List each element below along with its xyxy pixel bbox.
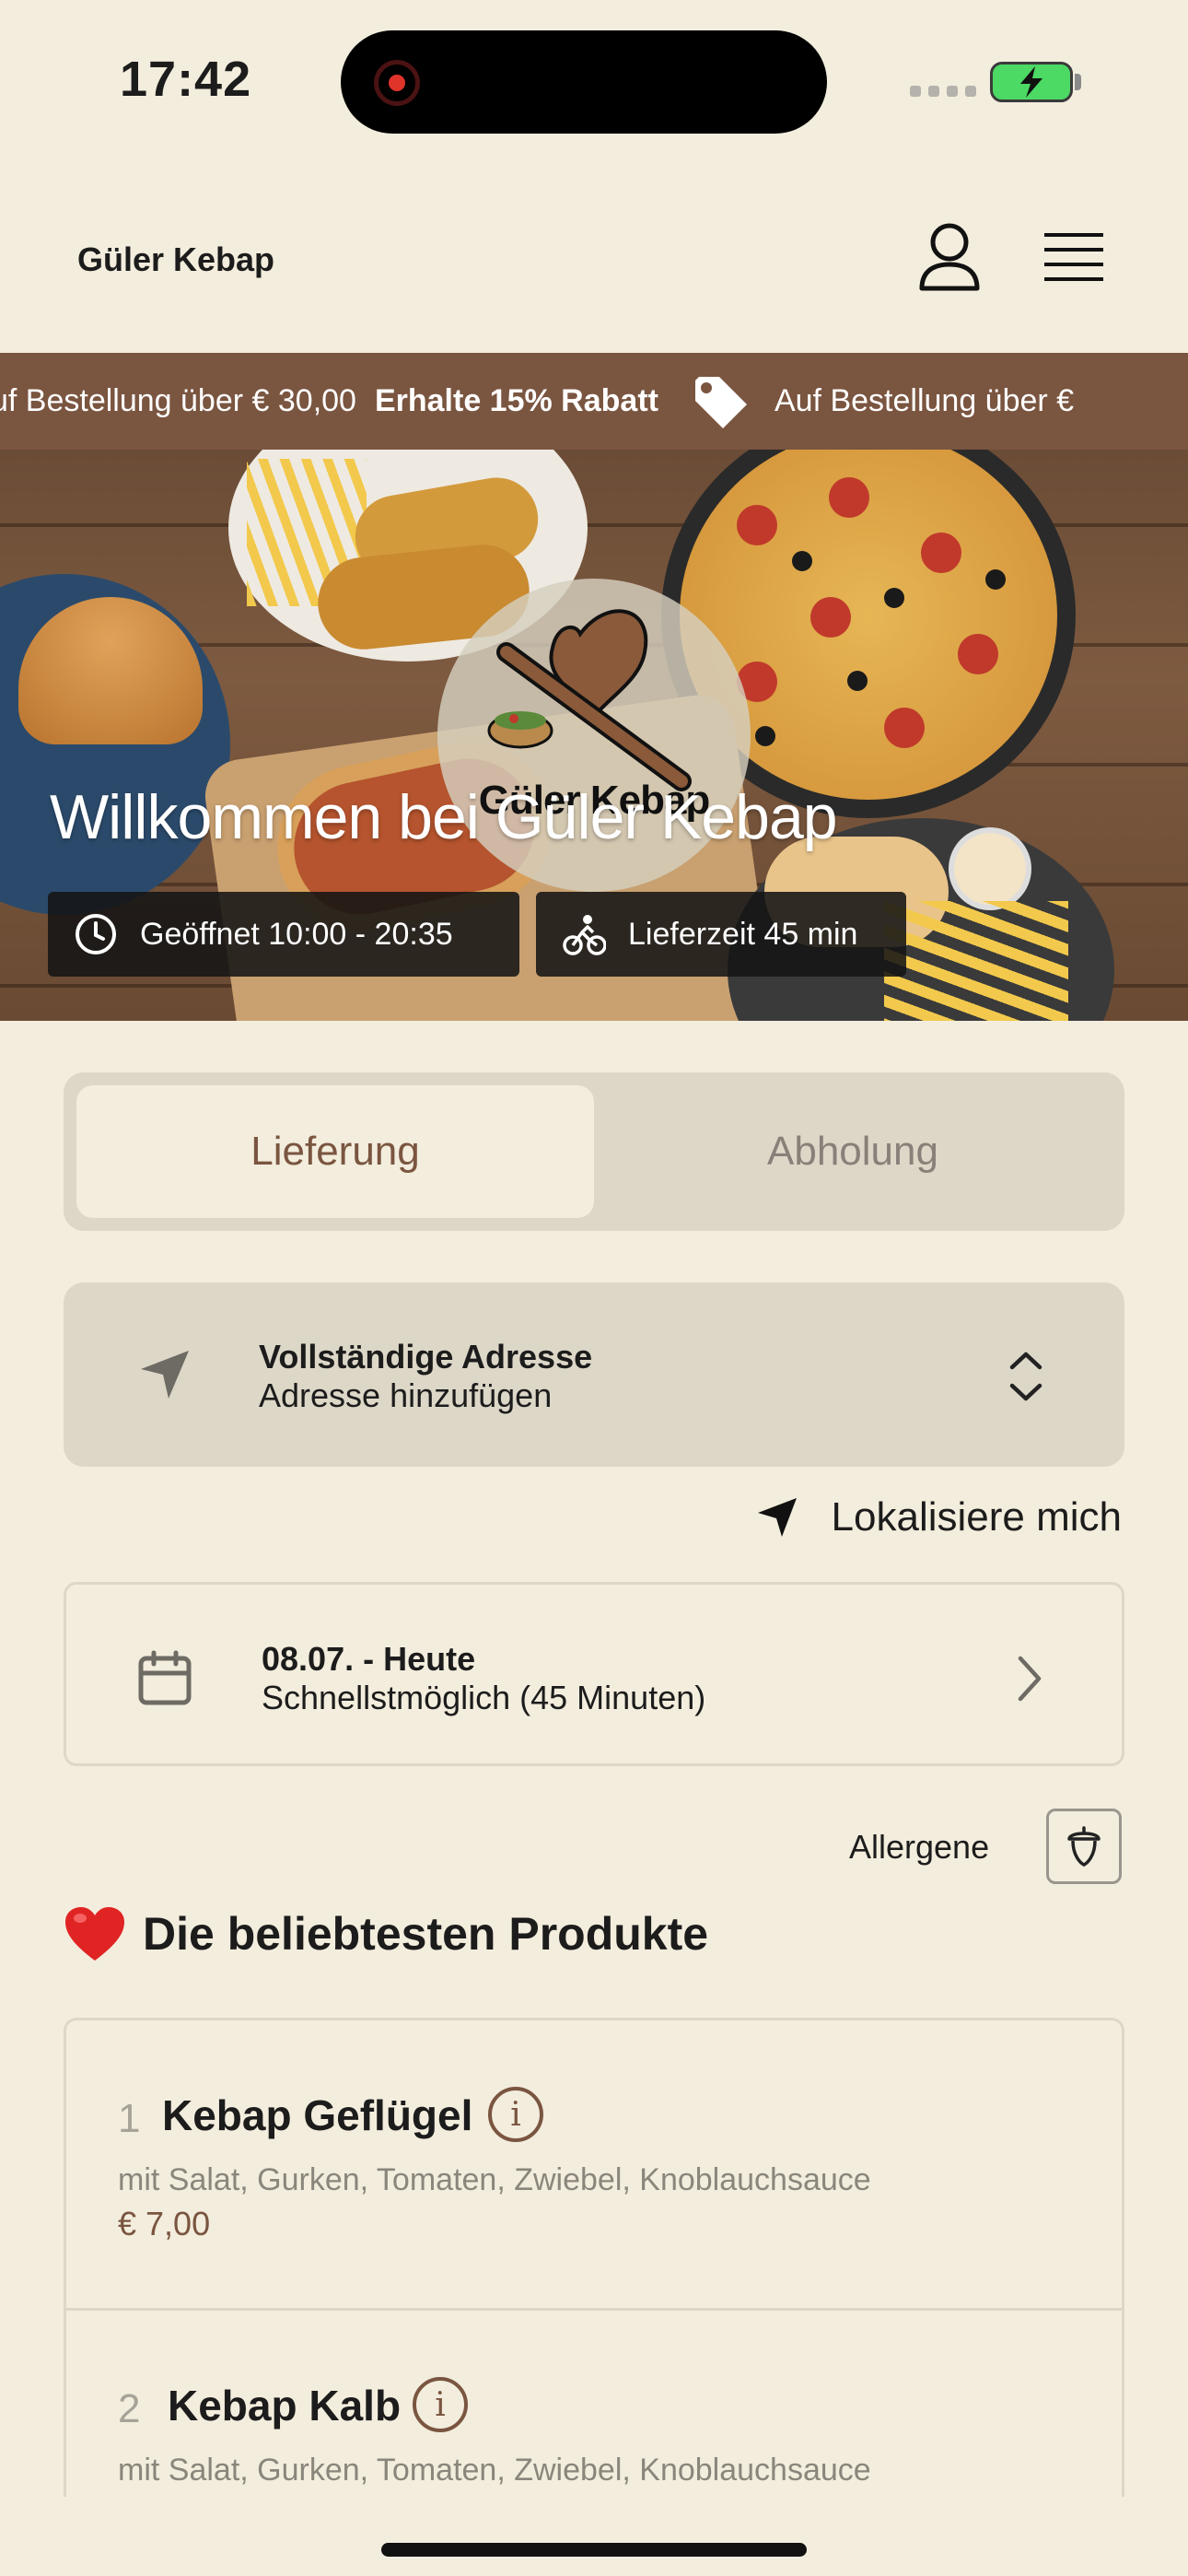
product-number: 1 [118,2096,141,2141]
product-item[interactable]: 1 Kebap Geflügel i mit Salat, Gurken, To… [66,2020,1122,2308]
schedule-time: Schnellstmöglich (45 Minuten) [262,1679,706,1716]
hero-banner: Güler Kebap Willkommen bei Güler Kebap G… [0,450,1188,1021]
heart-icon [65,1907,124,1961]
delivery-time-text: Lieferzeit 45 min [628,916,858,952]
account-button[interactable] [916,220,983,294]
recording-indicator-icon [374,60,420,106]
welcome-title: Willkommen bei Güler Kebap [50,782,838,852]
locate-me-label: Lokalisiere mich [831,1494,1122,1540]
product-description: mit Salat, Gurken, Tomaten, Zwiebel, Kno… [118,2453,871,2488]
home-indicator[interactable] [381,2543,807,2557]
schedule-date: 08.07. - Heute [262,1640,476,1678]
product-item[interactable]: 2 Kebap Kalb i mit Salat, Gurken, Tomate… [66,2308,1122,2497]
popular-products-heading: Die beliebtesten Produkte [64,1905,708,1962]
info-icon[interactable]: i [413,2377,468,2432]
opening-hours-text: Geöffnet 10:00 - 20:35 [140,916,453,952]
order-mode-toggle: Lieferung Abholung [64,1072,1124,1231]
product-name: Kebap Kalb [168,2382,402,2430]
clock-icon [76,914,116,954]
allergens-label: Allergene [849,1828,990,1866]
cellular-signal-icon [910,86,976,97]
popular-products-title: Die beliebtesten Produkte [143,1908,709,1960]
opening-hours-badge: Geöffnet 10:00 - 20:35 [48,892,519,977]
status-time: 17:42 [120,52,252,107]
hamburger-menu-icon [1044,233,1103,281]
acorn-icon [1067,1826,1101,1867]
schedule-selector[interactable]: 08.07. - Heute Schnellstmöglich (45 Minu… [64,1582,1124,1766]
chevron-right-icon [1018,1656,1042,1702]
promo-banner[interactable]: uf Bestellung über € 30,00 Erhalte 15% R… [0,353,1188,450]
menu-button[interactable] [1041,228,1107,287]
user-icon [919,223,980,291]
location-arrow-icon [141,1351,189,1399]
battery-charging-icon [990,62,1073,102]
app-title[interactable]: Güler Kebap [77,240,274,279]
promo-highlight: Erhalte 15% Rabatt [374,383,658,418]
tab-pickup[interactable]: Abholung [594,1085,1112,1218]
app-header: Güler Kebap [0,161,1188,353]
product-price: € 7,00 [118,2205,211,2242]
product-description: mit Salat, Gurken, Tomaten, Zwiebel, Kno… [118,2162,871,2197]
product-number: 2 [118,2386,141,2431]
bicycle-courier-icon [563,915,606,955]
tag-icon [694,376,747,428]
address-title: Vollständige Adresse [259,1338,593,1376]
product-name: Kebap Geflügel [162,2091,473,2139]
dynamic-island [341,30,827,134]
status-bar: 17:42 [0,0,1188,161]
chevron-up-down-icon [1009,1352,1042,1401]
popular-products-list: 1 Kebap Geflügel i mit Salat, Gurken, To… [64,2018,1124,2497]
locate-me-button[interactable]: Lokalisiere mich [756,1494,1122,1540]
address-selector[interactable]: Vollständige Adresse Adresse hinzufügen [64,1282,1124,1467]
info-icon[interactable]: i [488,2087,543,2142]
tab-delivery[interactable]: Lieferung [76,1085,594,1218]
delivery-time-badge: Lieferzeit 45 min [536,892,906,977]
address-subtitle: Adresse hinzufügen [259,1376,553,1414]
promo-text-leading: uf Bestellung über € 30,00 [0,383,356,418]
promo-text-trailing: Auf Bestellung über € [774,383,1075,418]
calendar-icon [138,1650,192,1705]
location-arrow-icon [757,1498,797,1537]
allergens-filter-button[interactable] [1046,1809,1122,1884]
